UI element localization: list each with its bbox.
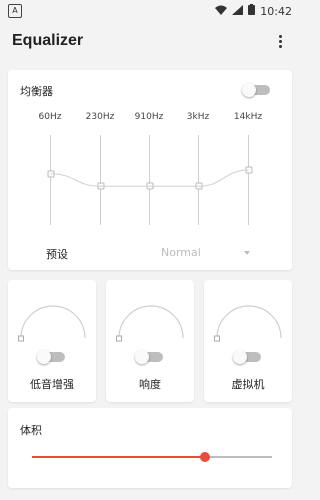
band-slider-track[interactable] [248, 135, 249, 225]
band-slider-track[interactable] [149, 135, 150, 225]
bass-boost-knob[interactable] [15, 294, 89, 342]
preset-select[interactable]: Normal [161, 246, 201, 259]
preset-label: 预设 [46, 248, 68, 261]
virtualizer-knob[interactable] [211, 294, 285, 342]
page-title: Equalizer [12, 32, 84, 49]
loudness-switch[interactable] [135, 350, 163, 364]
loudness-label: 响度 [139, 378, 161, 391]
wifi-icon [215, 5, 228, 18]
volume-slider-fill [32, 456, 205, 458]
app-badge-icon: A [8, 4, 22, 18]
band-freq-label: 14kHz [233, 112, 263, 122]
app-bar: Equalizer [0, 22, 300, 60]
volume-card: 体积 [8, 408, 292, 488]
band-slider-thumb[interactable] [195, 182, 202, 190]
overflow-menu-icon[interactable] [272, 32, 288, 50]
band-slider-track[interactable] [50, 135, 51, 225]
band-slider-thumb[interactable] [47, 170, 54, 178]
equalizer-switch[interactable] [242, 83, 270, 97]
band-slider-thumb[interactable] [245, 166, 252, 174]
bass-boost-label: 低音增强 [30, 378, 74, 391]
status-bar: A 10:42 [0, 0, 300, 22]
bass-boost-card: 低音增强 [8, 280, 96, 402]
band-freq-label: 230Hz [85, 112, 115, 122]
band-slider-thumb[interactable] [146, 182, 153, 190]
volume-slider-thumb[interactable] [199, 452, 210, 462]
band-freq-label: 910Hz [134, 112, 164, 122]
band-freq-label: 60Hz [38, 112, 62, 122]
status-time: 10:42 [260, 4, 292, 18]
volume-label: 体积 [20, 424, 42, 437]
volume-slider[interactable] [32, 452, 272, 462]
virtualizer-label: 虚拟机 [231, 378, 265, 391]
band-slider-track[interactable] [100, 135, 101, 225]
band-slider-thumb[interactable] [97, 182, 104, 190]
chevron-down-icon[interactable] [244, 251, 250, 255]
battery-icon [248, 4, 256, 18]
band-freq-label: 3kHz [186, 112, 210, 122]
virtualizer-switch[interactable] [233, 350, 261, 364]
equalizer-card: 均衡器 60Hz 230Hz 910Hz 3kHz 14kHz 预设 Normal [8, 70, 292, 270]
loudness-knob[interactable] [113, 294, 187, 342]
equalizer-label: 均衡器 [20, 85, 53, 98]
loudness-card: 响度 [106, 280, 194, 402]
virtualizer-card: 虚拟机 [204, 280, 292, 402]
signal-icon [232, 4, 244, 18]
band-slider-track[interactable] [198, 135, 199, 225]
bass-boost-switch[interactable] [37, 350, 65, 364]
